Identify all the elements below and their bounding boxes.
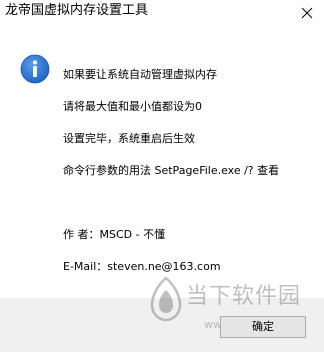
message-line-author: 作 者：MSCD - 不懂 [63,228,166,241]
message-line-set-zero: 请将最大值和最小值都设为0 [63,100,202,113]
message-line-command-usage: 命令行参数的用法 SetPageFile.exe /? 查看 [63,164,280,177]
close-button[interactable] [290,0,324,26]
close-icon [301,7,313,19]
title-bar: 龙帝国虚拟内存设置工具 [0,0,324,26]
window-title: 龙帝国虚拟内存设置工具 [5,3,149,18]
message-line-auto-manage: 如果要让系统自动管理虚拟内存 [63,68,217,81]
info-icon [20,54,50,84]
message-line-email: E-Mail：steven.ne@163.com [63,260,221,273]
ok-button[interactable]: 确定 [220,316,306,338]
message-line-restart: 设置完毕，系统重启后生效 [63,132,195,145]
message-dialog: 龙帝国虚拟内存设置工具 如果要让系统自动管理虚拟内存 请将最大值和最小值都设为0… [0,0,324,352]
